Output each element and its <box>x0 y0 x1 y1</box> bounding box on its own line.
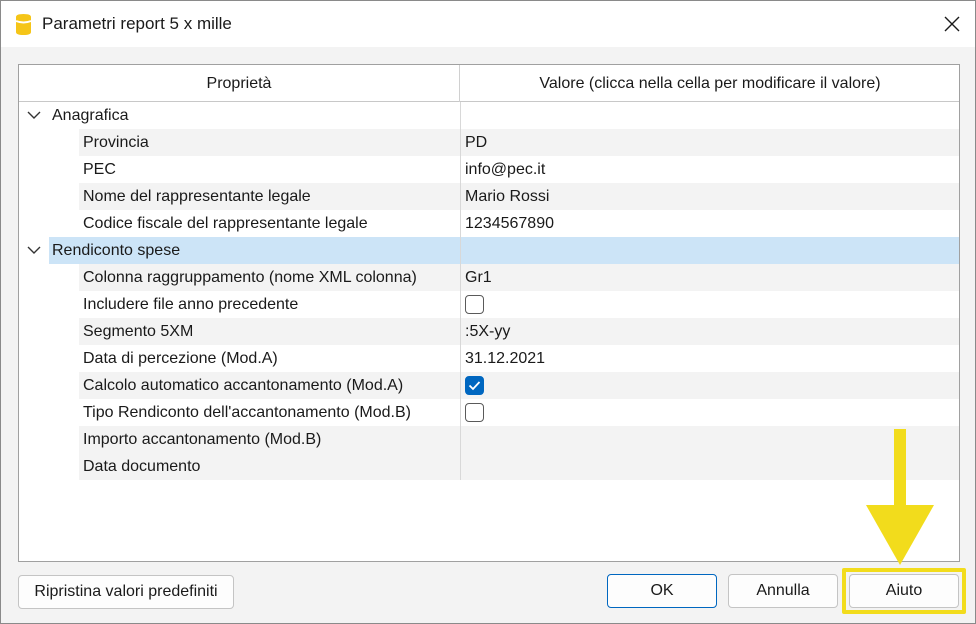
property-value[interactable]: 31.12.2021 <box>461 345 959 372</box>
property-value[interactable]: :5X-yy <box>461 318 959 345</box>
property-row[interactable]: Includere file anno precedente <box>19 291 959 318</box>
group-value-cell <box>461 237 959 264</box>
property-label: Provincia <box>79 129 460 156</box>
property-row[interactable]: Provincia PD <box>19 129 959 156</box>
property-row[interactable]: Data di percezione (Mod.A) 31.12.2021 <box>19 345 959 372</box>
property-value <box>461 372 959 399</box>
banana-app-icon <box>15 14 32 35</box>
close-icon <box>944 16 960 32</box>
grid-header: Proprietà Valore (clicca nella cella per… <box>19 65 959 102</box>
checkmark-icon <box>468 381 481 391</box>
group-label: Anagrafica <box>52 106 129 124</box>
property-label: PEC <box>83 160 116 178</box>
property-row[interactable]: Segmento 5XM :5X-yy <box>19 318 959 345</box>
property-row[interactable]: Importo accantonamento (Mod.B) <box>19 426 959 453</box>
property-row[interactable]: Tipo Rendiconto dell'accantonamento (Mod… <box>19 399 959 426</box>
help-button[interactable]: Aiuto <box>849 574 959 608</box>
chevron-down-icon[interactable] <box>27 110 41 120</box>
property-row[interactable]: Calcolo automatico accantonamento (Mod.A… <box>19 372 959 399</box>
property-value[interactable]: PD <box>461 129 959 156</box>
property-value[interactable]: info@pec.it <box>461 156 959 183</box>
property-value <box>461 291 959 318</box>
property-label: Importo accantonamento (Mod.B) <box>79 426 460 453</box>
property-value[interactable]: Mario Rossi <box>461 183 959 210</box>
auto-calculation-checkbox[interactable] <box>465 376 484 395</box>
property-row[interactable]: Data documento <box>19 453 959 480</box>
group-row-rendiconto-spese[interactable]: Rendiconto spese <box>19 237 959 264</box>
property-label: Colonna raggruppamento (nome XML colonna… <box>79 264 460 291</box>
property-label: Tipo Rendiconto dell'accantonamento (Mod… <box>83 403 411 421</box>
property-row[interactable]: PEC info@pec.it <box>19 156 959 183</box>
property-value[interactable]: 1234567890 <box>461 210 959 237</box>
group-row-anagrafica[interactable]: Anagrafica <box>19 102 959 129</box>
window-title: Parametri report 5 x mille <box>42 14 232 33</box>
title-bar: Parametri report 5 x mille <box>1 1 975 47</box>
property-row[interactable]: Codice fiscale del rappresentante legale… <box>19 210 959 237</box>
dialog-window: Parametri report 5 x mille Proprietà Val… <box>0 0 976 624</box>
property-label: Codice fiscale del rappresentante legale <box>83 214 368 232</box>
cancel-button[interactable]: Annulla <box>728 574 838 608</box>
property-label: Data di percezione (Mod.A) <box>83 349 278 367</box>
property-value <box>461 399 959 426</box>
column-header-value[interactable]: Valore (clicca nella cella per modificar… <box>461 65 959 102</box>
arrow-down-icon <box>866 429 934 565</box>
property-label: Segmento 5XM <box>79 318 460 345</box>
include-previous-year-checkbox[interactable] <box>465 295 484 314</box>
close-button[interactable] <box>929 1 975 47</box>
ok-button[interactable]: OK <box>607 574 717 608</box>
property-label: Includere file anno precedente <box>83 295 299 313</box>
property-label: Calcolo automatico accantonamento (Mod.A… <box>79 372 460 399</box>
property-row[interactable]: Nome del rappresentante legale Mario Ros… <box>19 183 959 210</box>
property-label: Nome del rappresentante legale <box>79 183 460 210</box>
property-row[interactable]: Colonna raggruppamento (nome XML colonna… <box>19 264 959 291</box>
group-label: Rendiconto spese <box>52 241 181 259</box>
group-highlight: Rendiconto spese <box>49 237 460 264</box>
column-header-property[interactable]: Proprietà <box>19 65 460 102</box>
statement-type-checkbox[interactable] <box>465 403 484 422</box>
chevron-down-icon[interactable] <box>27 245 41 255</box>
reset-defaults-button[interactable]: Ripristina valori predefiniti <box>18 575 234 609</box>
property-value[interactable]: Gr1 <box>461 264 959 291</box>
property-grid[interactable]: Proprietà Valore (clicca nella cella per… <box>18 64 960 562</box>
property-label: Data documento <box>79 453 460 480</box>
